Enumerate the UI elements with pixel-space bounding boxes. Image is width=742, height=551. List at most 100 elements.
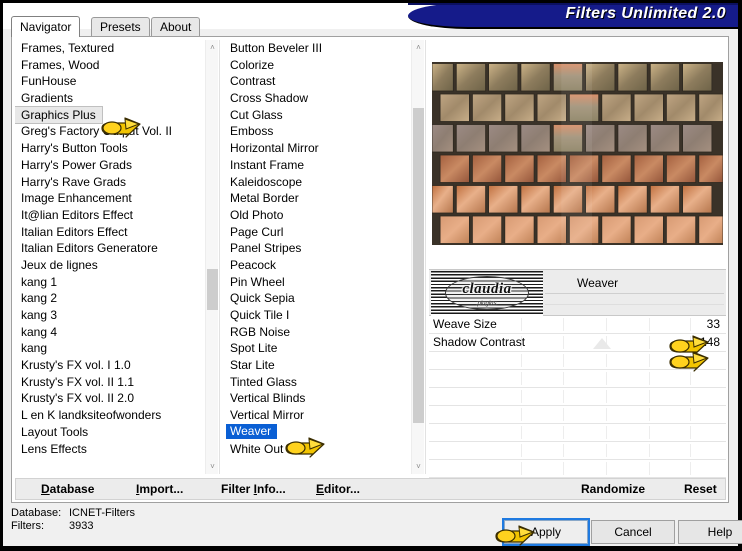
scroll-down-icon[interactable]: ˅ bbox=[206, 459, 218, 474]
category-list-item[interactable]: Frames, Wood bbox=[15, 57, 204, 74]
effect-scrollbar[interactable]: ˄ ˅ bbox=[411, 40, 424, 474]
parameter-row-empty bbox=[429, 424, 726, 442]
category-list-item[interactable]: Lens Effects bbox=[15, 441, 204, 458]
category-list-item[interactable]: kang 1 bbox=[15, 274, 204, 291]
category-list-item[interactable]: Jeux de lignes bbox=[15, 257, 204, 274]
category-list-item[interactable]: L en K landksiteofwonders bbox=[15, 407, 204, 424]
effect-list-item[interactable]: Vertical Blinds bbox=[224, 390, 410, 407]
effect-listbox[interactable]: Button Beveler III Colorize Contrast Cross … bbox=[224, 40, 424, 474]
category-list-item[interactable]: Image Enhancement bbox=[15, 190, 204, 207]
cancel-button[interactable]: Cancel bbox=[591, 520, 675, 544]
parameter-row[interactable]: Shadow Contrast 148 bbox=[429, 334, 726, 352]
category-list-item[interactable]: It@lian Editors Effect bbox=[15, 207, 204, 224]
effect-list-item[interactable]: Quick Tile I bbox=[224, 307, 410, 324]
effect-list-item[interactable]: Horizontal Mirror bbox=[224, 140, 410, 157]
effect-list-item[interactable]: Cut Glass bbox=[224, 107, 410, 124]
effect-preview[interactable] bbox=[432, 62, 723, 245]
effect-list-item[interactable]: Page Curl bbox=[224, 224, 410, 241]
effect-list-item[interactable]: Pin Wheel bbox=[224, 274, 410, 291]
tab-strip: Navigator Presets About bbox=[11, 16, 729, 37]
slider-tick bbox=[563, 372, 564, 385]
effect-list-item[interactable]: RGB Noise bbox=[224, 324, 410, 341]
import-link[interactable]: Import... bbox=[136, 482, 183, 496]
category-list-item[interactable]: FunHouse bbox=[15, 73, 204, 90]
help-button[interactable]: Help bbox=[678, 520, 742, 544]
slider-thumb[interactable] bbox=[593, 338, 611, 349]
effect-list-item[interactable]: Weaver bbox=[226, 423, 278, 439]
effect-list-item[interactable]: Tinted Glass bbox=[224, 374, 410, 391]
scroll-up-icon-2[interactable]: ˄ bbox=[412, 40, 424, 55]
effect-list-item[interactable]: Star Lite bbox=[224, 357, 410, 374]
slider-tick bbox=[690, 408, 691, 421]
effect-list-item[interactable]: Cross Shadow bbox=[224, 90, 410, 107]
slider-tick bbox=[606, 390, 607, 403]
scroll-down-icon-2[interactable]: ˅ bbox=[412, 459, 424, 474]
effect-list-item[interactable]: Kaleidoscope bbox=[224, 174, 410, 191]
tab-about[interactable]: About bbox=[151, 17, 201, 36]
parameter-row-empty bbox=[429, 460, 726, 478]
tab-presets[interactable]: Presets bbox=[91, 17, 150, 36]
parameter-row[interactable]: Weave Size 33 bbox=[429, 316, 726, 334]
slider-tick bbox=[521, 318, 522, 331]
category-list-item[interactable]: Harry's Power Grads bbox=[15, 157, 204, 174]
slider-tick bbox=[606, 354, 607, 367]
parameter-row-empty bbox=[429, 352, 726, 370]
database-link[interactable]: Database bbox=[41, 482, 94, 496]
category-list-item[interactable]: Frames, Textured bbox=[15, 40, 204, 57]
category-list-item[interactable]: Harry's Rave Grads bbox=[15, 174, 204, 191]
category-list-item[interactable]: Graphics Plus bbox=[15, 105, 103, 124]
effect-list-item[interactable]: Vertical Mirror bbox=[224, 407, 410, 424]
effect-list-item[interactable]: Instant Frame bbox=[224, 157, 410, 174]
effect-scroll-thumb[interactable] bbox=[413, 107, 424, 423]
effect-list-item[interactable]: Old Photo bbox=[224, 207, 410, 224]
randomize-link[interactable]: Randomize bbox=[581, 482, 645, 496]
parameter-value[interactable]: 33 bbox=[707, 317, 720, 331]
effect-list-item[interactable]: Emboss bbox=[224, 123, 410, 140]
parameter-slider-track[interactable] bbox=[521, 334, 691, 351]
effect-list-item[interactable]: Button Beveler III bbox=[224, 40, 410, 57]
category-list-item[interactable]: Gradients bbox=[15, 90, 204, 107]
database-status-value: ICNET-Filters bbox=[69, 507, 135, 519]
effect-list-item[interactable]: Contrast bbox=[224, 73, 410, 90]
slider-tick bbox=[521, 390, 522, 403]
slider-tick bbox=[690, 462, 691, 475]
action-link-bar: Database Import... Filter Info... Editor… bbox=[15, 478, 726, 500]
parameter-slider-track bbox=[521, 370, 691, 387]
editor-link[interactable]: Editor... bbox=[316, 482, 360, 496]
slider-tick bbox=[563, 426, 564, 439]
apply-button[interactable]: Apply bbox=[502, 518, 590, 546]
category-list-item[interactable]: kang 2 bbox=[15, 290, 204, 307]
category-list-item[interactable]: Italian Editors Generatore bbox=[15, 240, 204, 257]
slider-tick bbox=[690, 444, 691, 457]
slider-tick bbox=[649, 354, 650, 367]
slider-tick bbox=[521, 426, 522, 439]
effect-list-item[interactable]: White Out bbox=[224, 441, 410, 458]
category-list-item[interactable]: Krusty's FX vol. I 1.0 bbox=[15, 357, 204, 374]
category-list-item[interactable]: Layout Tools bbox=[15, 424, 204, 441]
category-list-item[interactable]: Krusty's FX vol. II 2.0 bbox=[15, 390, 204, 407]
category-listbox[interactable]: Frames, Textured Frames, Wood FunHouse Grad… bbox=[15, 40, 218, 474]
slider-tick bbox=[649, 462, 650, 475]
tab-navigator[interactable]: Navigator bbox=[11, 16, 81, 37]
category-list-item[interactable]: kang bbox=[15, 340, 204, 357]
category-list-item[interactable]: kang 4 bbox=[15, 324, 204, 341]
category-list-item[interactable]: Italian Editors Effect bbox=[15, 224, 204, 241]
parameter-slider-track[interactable] bbox=[521, 316, 691, 333]
category-scrollbar[interactable]: ˄ ˅ bbox=[205, 40, 218, 474]
filter-info-link[interactable]: Filter Info... bbox=[221, 482, 286, 496]
effect-list-item[interactable]: Metal Border bbox=[224, 190, 410, 207]
effect-list-item[interactable]: Panel Stripes bbox=[224, 240, 410, 257]
parameter-value[interactable]: 148 bbox=[700, 335, 720, 349]
category-list-item[interactable]: kang 3 bbox=[15, 307, 204, 324]
category-list-item[interactable]: Krusty's FX vol. II 1.1 bbox=[15, 374, 204, 391]
slider-tick bbox=[606, 462, 607, 475]
effect-list-item[interactable]: Quick Sepia bbox=[224, 290, 410, 307]
category-list-item[interactable]: Harry's Button Tools bbox=[15, 140, 204, 157]
category-list-item[interactable]: Greg's Factory Output Vol. II bbox=[15, 123, 204, 140]
category-scroll-thumb[interactable] bbox=[207, 269, 218, 310]
effect-list-item[interactable]: Colorize bbox=[224, 57, 410, 74]
effect-list-item[interactable]: Spot Lite bbox=[224, 340, 410, 357]
reset-link[interactable]: Reset bbox=[684, 482, 717, 496]
scroll-up-icon[interactable]: ˄ bbox=[206, 40, 218, 55]
effect-list-item[interactable]: Peacock bbox=[224, 257, 410, 274]
